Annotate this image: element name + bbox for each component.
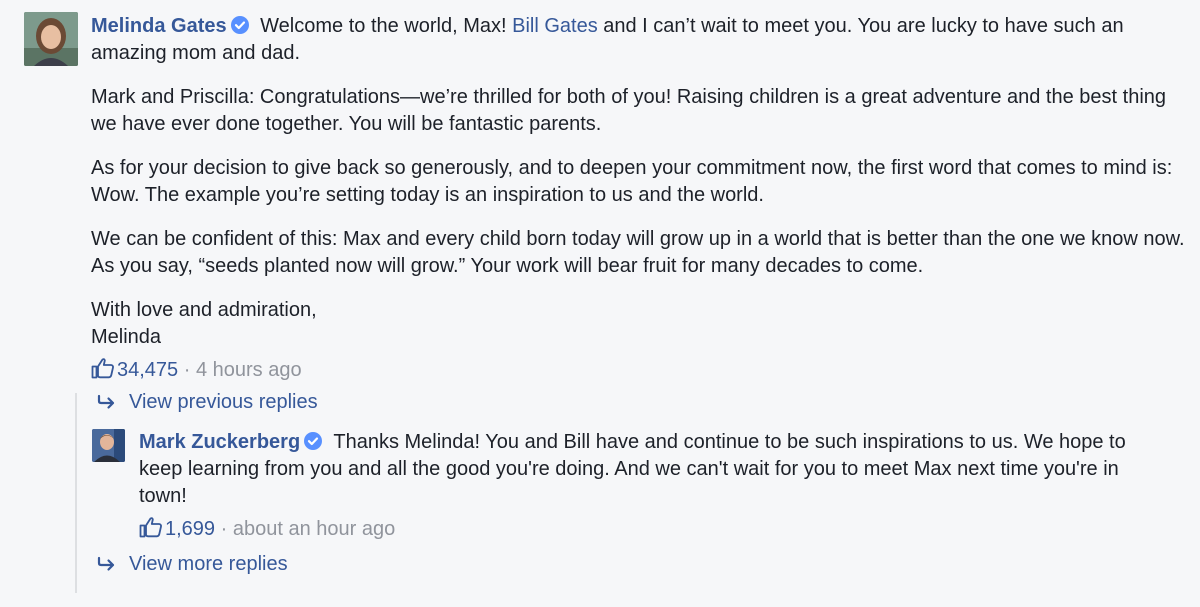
view-more-replies-label: View more replies xyxy=(129,553,288,575)
reply-arrow-icon xyxy=(97,556,115,571)
reply-like-count[interactable]: 1,699 xyxy=(165,518,215,540)
view-more-replies-link[interactable]: View more replies xyxy=(97,552,288,576)
comment-paragraph: As for your decision to give back so gen… xyxy=(91,157,1173,206)
verified-badge-icon xyxy=(230,16,249,34)
reply-thread-line xyxy=(75,393,77,593)
like-count[interactable]: 34,475 xyxy=(117,359,178,381)
reply-timestamp[interactable]: about an hour ago xyxy=(233,518,395,540)
comment-body: Melinda Gates Welcome to the world, Max!… xyxy=(91,13,1191,351)
verified-badge-icon xyxy=(304,432,323,450)
mention-link[interactable]: Bill Gates xyxy=(512,15,598,37)
like-thumb-icon xyxy=(139,517,162,538)
comment-paragraph: We can be confident of this: Max and eve… xyxy=(91,228,1185,277)
like-thumb-icon xyxy=(91,358,114,379)
meta-separator: · xyxy=(215,518,233,540)
comment-author-link[interactable]: Melinda Gates xyxy=(91,15,227,37)
view-previous-replies-label: View previous replies xyxy=(129,391,318,413)
comment-signoff-line2: Melinda xyxy=(91,326,162,348)
reply-meta: 1,699 · about an hour ago xyxy=(139,516,395,541)
mark-zuckerberg-avatar[interactable] xyxy=(92,429,125,462)
meta-separator: · xyxy=(178,359,196,381)
reply-body: Mark Zuckerberg Thanks Melinda! You and … xyxy=(139,429,1169,510)
comment-intro-text: Welcome to the world, Max! xyxy=(254,15,513,37)
comment-meta: 34,475 · 4 hours ago xyxy=(91,357,302,382)
reply-like-button[interactable]: 1,699 xyxy=(139,517,215,540)
like-button[interactable]: 34,475 xyxy=(91,358,178,381)
comment-paragraph: Mark and Priscilla: Congratulations—we’r… xyxy=(91,86,1167,135)
view-previous-replies-link[interactable]: View previous replies xyxy=(97,390,318,414)
comment-timestamp[interactable]: 4 hours ago xyxy=(196,359,302,381)
reply-author-link[interactable]: Mark Zuckerberg xyxy=(139,431,300,453)
comment-signoff-line1: With love and admiration, xyxy=(91,299,317,321)
reply-arrow-icon xyxy=(97,394,115,409)
melinda-gates-avatar[interactable] xyxy=(24,12,78,66)
